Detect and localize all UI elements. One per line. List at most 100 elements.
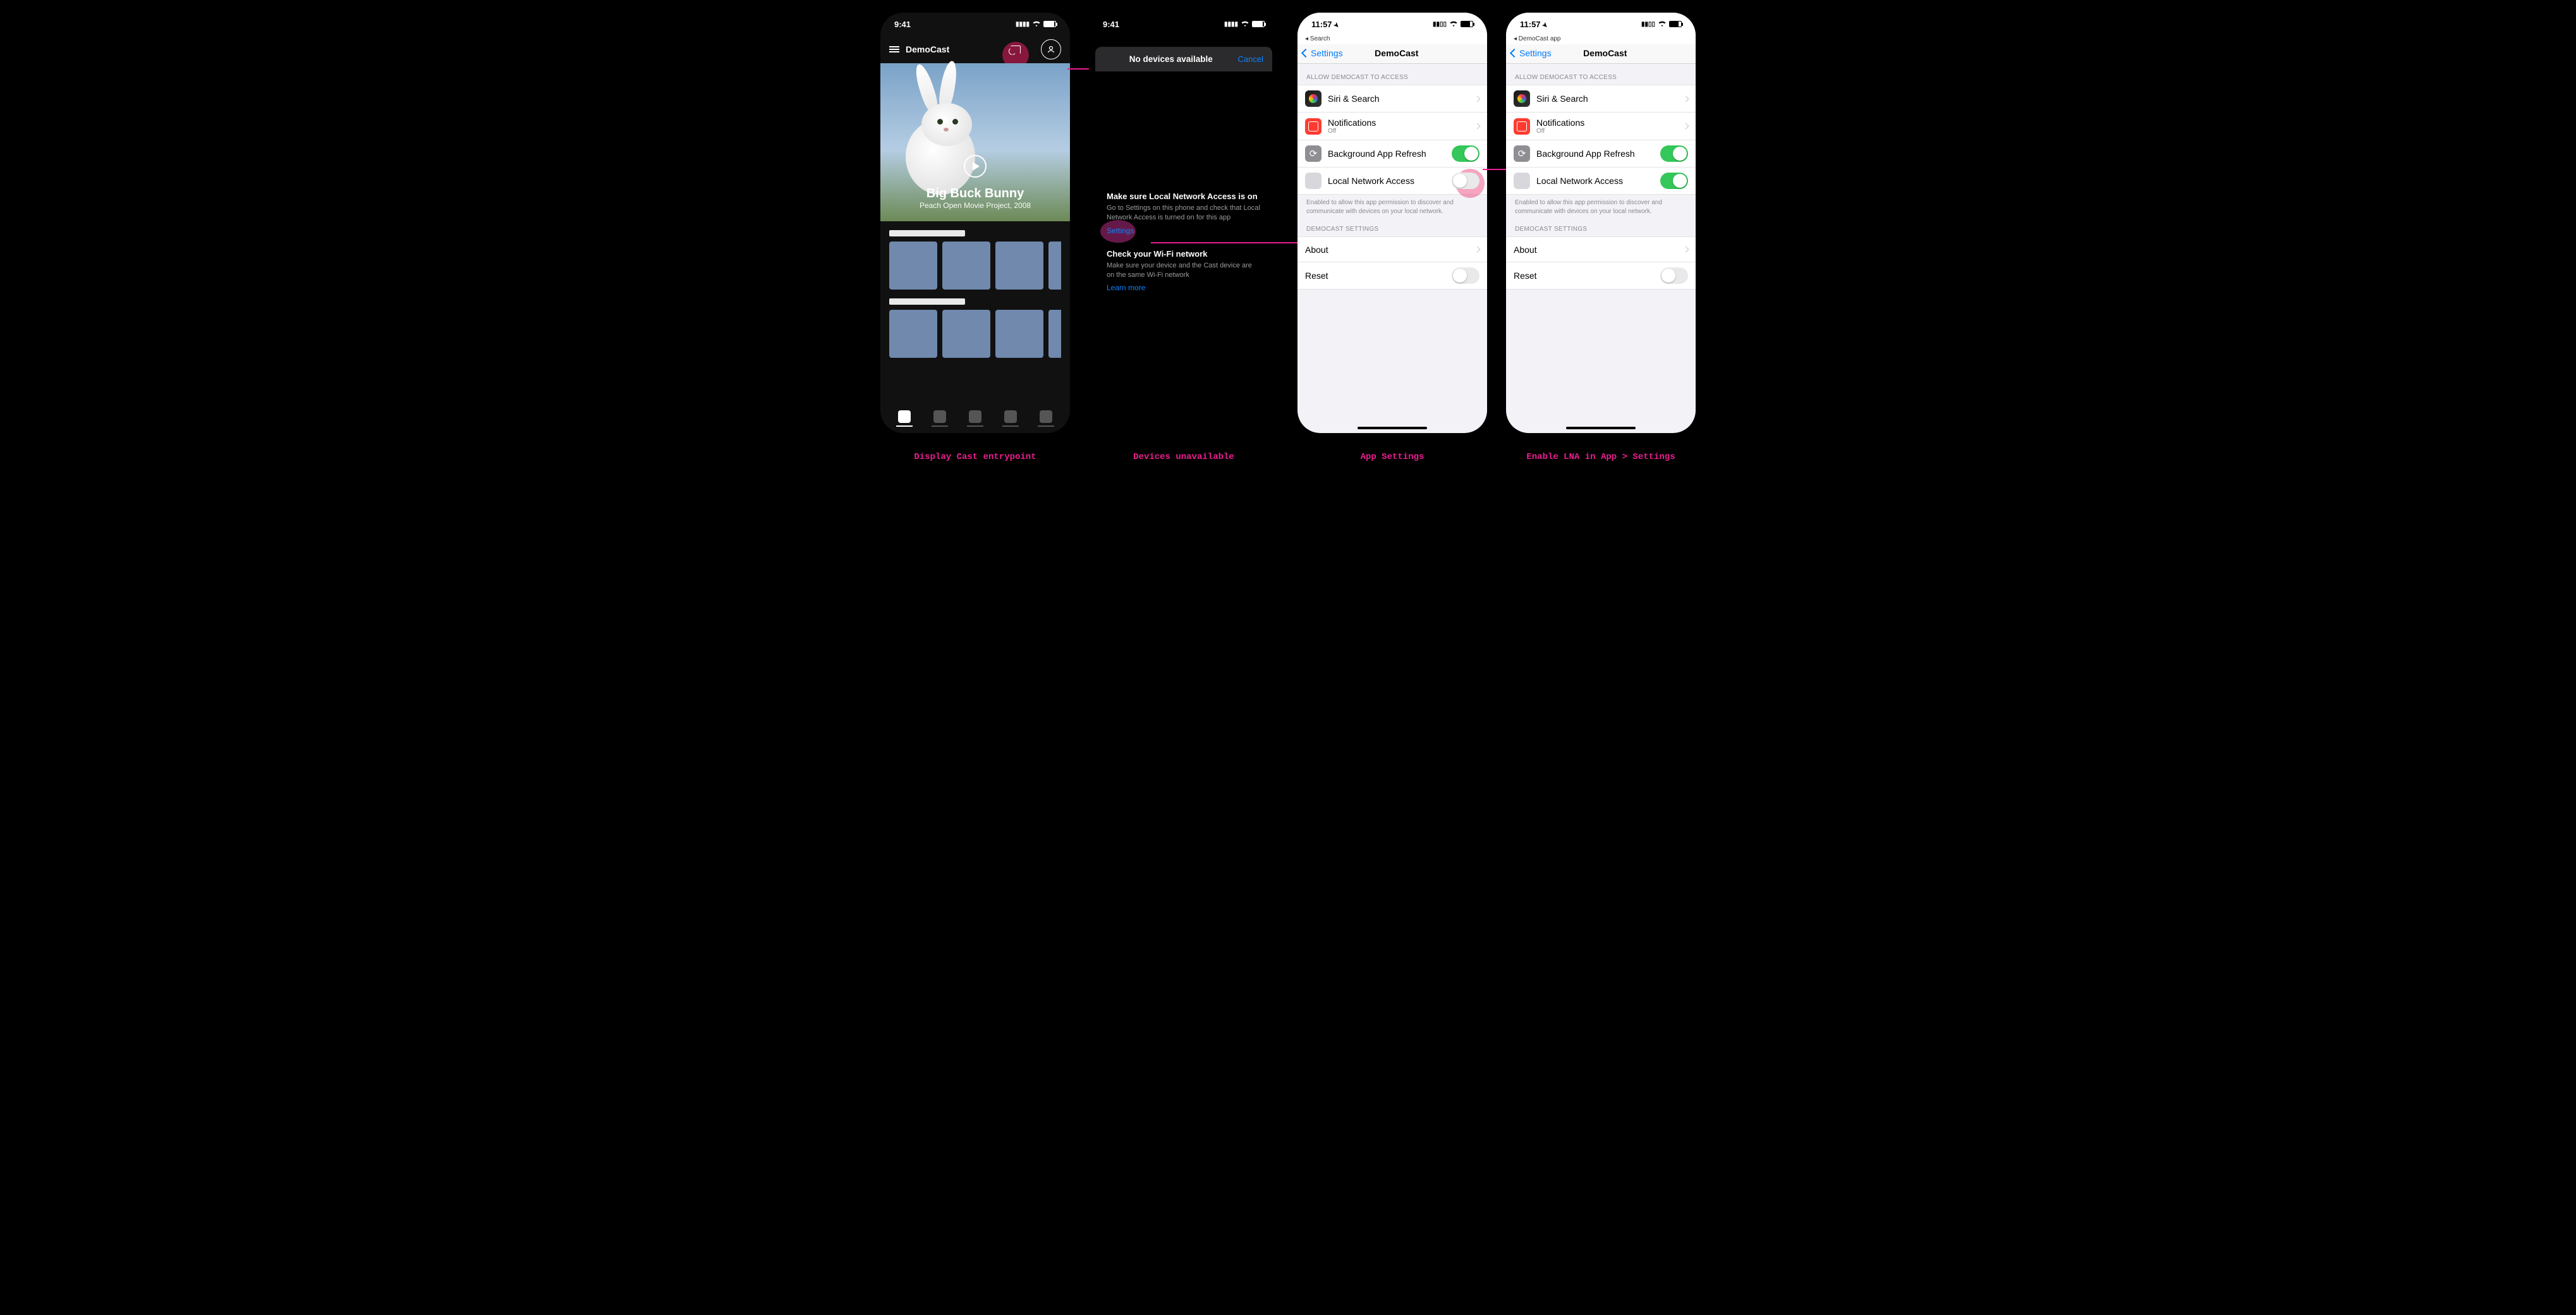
cellular-icon: ▮▮▯▯ bbox=[1641, 21, 1655, 28]
hero-subtitle: Peach Open Movie Project, 2008 bbox=[920, 201, 1031, 210]
cell-siri[interactable]: Siri & Search bbox=[1297, 85, 1487, 113]
cell-background-refresh[interactable]: Background App Refresh bbox=[1506, 140, 1696, 168]
toggle-lna[interactable] bbox=[1452, 173, 1479, 189]
cell-about[interactable]: About bbox=[1506, 237, 1696, 262]
highlight-settings-link: Settings bbox=[1107, 226, 1134, 235]
content-tile[interactable] bbox=[942, 310, 990, 358]
cell-label: About bbox=[1305, 245, 1475, 255]
cell-notifications[interactable]: NotificationsOff bbox=[1297, 113, 1487, 140]
cell-label: Background App Refresh bbox=[1536, 149, 1660, 159]
cell-label: NotificationsOff bbox=[1536, 118, 1684, 135]
hero-banner[interactable]: Big Buck Bunny Peach Open Movie Project,… bbox=[880, 63, 1070, 221]
wifi-icon bbox=[1032, 20, 1041, 29]
nav-title: DemoCast bbox=[1311, 48, 1482, 58]
toggle-reset[interactable] bbox=[1452, 267, 1479, 284]
caption: App Settings bbox=[1361, 452, 1425, 462]
lna-footer-note: Enabled to allow this app permission to … bbox=[1506, 195, 1696, 216]
refresh-icon bbox=[1514, 145, 1530, 162]
chevron-right-icon bbox=[1474, 247, 1481, 253]
cell-about[interactable]: About bbox=[1297, 237, 1487, 262]
cell-background-refresh[interactable]: Background App Refresh bbox=[1297, 140, 1487, 168]
content-tile[interactable] bbox=[889, 310, 937, 358]
status-bar: 9:41 ▮▮▮▮ bbox=[880, 13, 1070, 35]
cell-label: Siri & Search bbox=[1536, 94, 1684, 104]
cast-icon[interactable] bbox=[1008, 46, 1023, 54]
cell-label: Local Network Access bbox=[1328, 176, 1452, 186]
content-tile[interactable] bbox=[942, 242, 990, 290]
shelf-label-placeholder bbox=[889, 230, 965, 236]
wifi-icon bbox=[1241, 20, 1249, 29]
breadcrumb-back[interactable]: ◂ Search bbox=[1297, 35, 1487, 44]
chevron-right-icon bbox=[1474, 123, 1481, 130]
cell-label: About bbox=[1514, 245, 1684, 255]
section-header-appsettings: DEMOCAST SETTINGS bbox=[1297, 216, 1487, 236]
cell-label: Reset bbox=[1305, 271, 1452, 281]
tip-wifi-desc: Make sure your device and the Cast devic… bbox=[1107, 261, 1261, 280]
refresh-icon bbox=[1305, 145, 1321, 162]
chevron-right-icon bbox=[1683, 95, 1689, 102]
content-tile[interactable] bbox=[995, 310, 1043, 358]
sheet-title: No devices available bbox=[1104, 54, 1238, 64]
nav-bar: Settings DemoCast bbox=[1297, 44, 1487, 64]
status-indicators: ▮▮▮▮ bbox=[1224, 20, 1265, 29]
cell-label: NotificationsOff bbox=[1328, 118, 1475, 135]
home-indicator bbox=[1566, 427, 1636, 429]
tab-item[interactable] bbox=[1002, 410, 1019, 427]
settings-group-access: Siri & Search NotificationsOff Backgroun… bbox=[1506, 85, 1696, 195]
lna-footer-note: Enabled to allow this app permission to … bbox=[1297, 195, 1487, 216]
cell-local-network-access[interactable]: Local Network Access bbox=[1297, 168, 1487, 194]
toggle-lna[interactable] bbox=[1660, 173, 1688, 189]
cell-notifications[interactable]: NotificationsOff bbox=[1506, 113, 1696, 140]
tab-item[interactable] bbox=[1038, 410, 1054, 427]
chevron-left-icon bbox=[1303, 48, 1310, 58]
toggle-background-refresh[interactable] bbox=[1452, 145, 1479, 162]
battery-icon bbox=[1043, 21, 1056, 27]
content-tile[interactable] bbox=[995, 242, 1043, 290]
status-indicators: ▮▮▯▯ bbox=[1433, 20, 1473, 29]
content-tile[interactable] bbox=[1048, 310, 1061, 358]
cell-label: Siri & Search bbox=[1328, 94, 1475, 104]
cellular-icon: ▮▮▯▯ bbox=[1433, 21, 1447, 28]
tab-item[interactable] bbox=[967, 410, 983, 427]
learn-more-link[interactable]: Learn more bbox=[1107, 283, 1145, 292]
caption: Enable LNA in App > Settings bbox=[1526, 452, 1675, 462]
status-time: 9:41 bbox=[1103, 20, 1119, 29]
content-tile[interactable] bbox=[1048, 242, 1061, 290]
chevron-right-icon bbox=[1683, 123, 1689, 130]
menu-icon[interactable] bbox=[889, 45, 899, 54]
status-bar: 11:57 ▮▮▯▯ bbox=[1506, 13, 1696, 35]
siri-icon bbox=[1514, 90, 1530, 107]
settings-link[interactable]: Settings bbox=[1107, 226, 1134, 235]
status-bar: 9:41 ▮▮▮▮ bbox=[1089, 13, 1279, 35]
wifi-icon bbox=[1449, 20, 1458, 29]
cellular-icon: ▮▮▮▮ bbox=[1224, 21, 1238, 28]
status-time: 9:41 bbox=[894, 20, 911, 29]
cell-local-network-access[interactable]: Local Network Access bbox=[1506, 168, 1696, 194]
breadcrumb-back[interactable]: ◂ DemoCast app bbox=[1506, 35, 1696, 44]
toggle-background-refresh[interactable] bbox=[1660, 145, 1688, 162]
cancel-button[interactable]: Cancel bbox=[1238, 54, 1263, 64]
app-title: DemoCast bbox=[906, 44, 1002, 54]
caption: Display Cast entrypoint bbox=[914, 452, 1036, 462]
tips-content: Make sure Local Network Access is on Go … bbox=[1089, 71, 1279, 292]
chevron-left-icon bbox=[1511, 48, 1519, 58]
nav-title: DemoCast bbox=[1520, 48, 1691, 58]
tab-item[interactable] bbox=[896, 410, 913, 427]
notifications-icon bbox=[1514, 118, 1530, 135]
nav-bar: Settings DemoCast bbox=[1506, 44, 1696, 64]
wifi-icon bbox=[1658, 20, 1667, 29]
cell-label: Background App Refresh bbox=[1328, 149, 1452, 159]
toggle-reset[interactable] bbox=[1660, 267, 1688, 284]
notifications-icon bbox=[1305, 118, 1321, 135]
settings-group-access: Siri & Search NotificationsOff Backgroun… bbox=[1297, 85, 1487, 195]
content-tile[interactable] bbox=[889, 242, 937, 290]
profile-icon[interactable] bbox=[1041, 39, 1061, 59]
cell-reset[interactable]: Reset bbox=[1506, 262, 1696, 289]
hero-title: Big Buck Bunny bbox=[927, 187, 1024, 201]
play-icon[interactable] bbox=[964, 155, 987, 178]
phone-settings-lna-off: 11:57 ▮▮▯▯ ◂ Search Settings DemoCast AL… bbox=[1297, 13, 1487, 433]
tab-item[interactable] bbox=[932, 410, 948, 427]
location-icon bbox=[1332, 20, 1339, 29]
cell-siri[interactable]: Siri & Search bbox=[1506, 85, 1696, 113]
cell-reset[interactable]: Reset bbox=[1297, 262, 1487, 289]
